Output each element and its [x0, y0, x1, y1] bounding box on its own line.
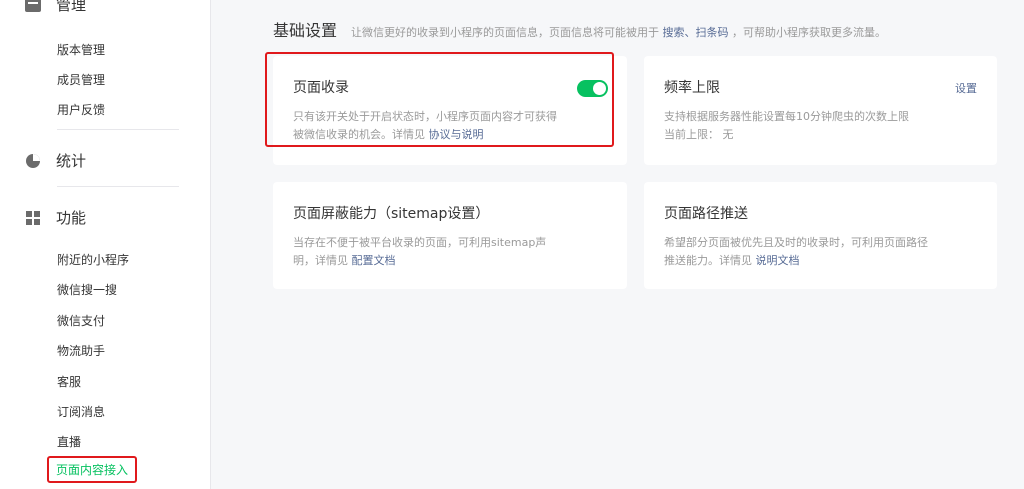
desc-line: 当存在不便于被平台收录的页面，可利用sitemap声: [293, 236, 547, 249]
manage-icon: [24, 0, 42, 14]
desc-line: 希望部分页面被优先且及时的收录时，可利用页面路径: [664, 236, 928, 249]
desc-text: 让微信更好的收录到小程序的页面信息，页面信息将可能被用于: [351, 26, 660, 39]
nav-group-stats[interactable]: 统计: [24, 150, 86, 171]
card-description: 只有该开关处于开启状态时，小程序页面内容才可获得 被微信收录的机会。详情见 协议…: [293, 108, 557, 144]
toggle-knob: [593, 82, 606, 95]
sidebar-item-live[interactable]: 直播: [57, 433, 81, 450]
page-title: 基础设置: [273, 21, 338, 40]
section-header: 基础设置 让微信更好的收录到小程序的页面信息，页面信息将可能被用于 搜索、扫条码…: [273, 17, 886, 41]
desc-line: 被微信收录的机会。详情见: [293, 128, 425, 141]
sidebar-item-nearby[interactable]: 附近的小程序: [57, 251, 129, 268]
frequency-settings-link[interactable]: 设置: [955, 80, 977, 96]
divider: [57, 129, 179, 130]
sidebar-item-feedback[interactable]: 用户反馈: [57, 101, 105, 118]
doc-link[interactable]: 说明文档: [756, 254, 800, 267]
nav-group-functions[interactable]: 功能: [24, 207, 86, 228]
card-title: 页面屏蔽能力（sitemap设置）: [293, 206, 490, 222]
sidebar-item-version[interactable]: 版本管理: [57, 41, 105, 58]
section-description: 让微信更好的收录到小程序的页面信息，页面信息将可能被用于 搜索、扫条码 ，可帮助…: [351, 24, 886, 40]
grid-icon: [24, 209, 42, 227]
nav-group-label: 统计: [56, 152, 87, 170]
card-frequency: 频率上限 设置 支持根据服务器性能设置每10分钟爬虫的次数上限 当前上限： 无: [644, 56, 997, 165]
desc-line: 明，详情见: [293, 254, 348, 267]
sidebar-item-page-content[interactable]: 页面内容接入: [47, 456, 138, 483]
config-doc-link[interactable]: 配置文档: [352, 254, 396, 267]
desc-text: ，可帮助小程序获取更多流量。: [732, 26, 887, 39]
card-description: 支持根据服务器性能设置每10分钟爬虫的次数上限 当前上限： 无: [664, 108, 909, 144]
desc-line: 支持根据服务器性能设置每10分钟爬虫的次数上限: [664, 110, 909, 123]
sidebar-item-logistics[interactable]: 物流助手: [57, 342, 105, 359]
nav-group-manage[interactable]: 管理: [24, 0, 86, 15]
card-path-push: 页面路径推送 希望部分页面被优先且及时的收录时，可利用页面路径 推送能力。详情见…: [644, 182, 997, 289]
page-index-toggle[interactable]: [577, 80, 608, 97]
card-title: 页面路径推送: [664, 206, 748, 222]
protocol-link[interactable]: 协议与说明: [429, 128, 484, 141]
desc-line: 只有该开关处于开启状态时，小程序页面内容才可获得: [293, 110, 557, 123]
sidebar-item-subscribe[interactable]: 订阅消息: [57, 403, 105, 420]
card-description: 当存在不便于被平台收录的页面，可利用sitemap声 明，详情见 配置文档: [293, 234, 546, 270]
divider: [57, 186, 179, 187]
card-title: 频率上限: [664, 80, 720, 96]
sidebar: 管理 版本管理 成员管理 用户反馈 统计 功能 附近的小程序 微信搜一搜 微信支…: [0, 0, 211, 489]
current-limit: 当前上限： 无: [664, 128, 734, 141]
card-page-index: 页面收录 只有该开关处于开启状态时，小程序页面内容才可获得 被微信收录的机会。详…: [273, 56, 627, 165]
search-scan-link[interactable]: 搜索、扫条码: [663, 26, 729, 39]
nav-group-label: 功能: [56, 209, 87, 227]
card-description: 希望部分页面被优先且及时的收录时，可利用页面路径 推送能力。详情见 说明文档: [664, 234, 928, 270]
card-sitemap: 页面屏蔽能力（sitemap设置） 当存在不便于被平台收录的页面，可利用site…: [273, 182, 627, 289]
sidebar-item-service[interactable]: 客服: [57, 373, 81, 390]
card-title: 页面收录: [293, 80, 349, 96]
sidebar-item-members[interactable]: 成员管理: [57, 71, 105, 88]
pie-chart-icon: [24, 152, 42, 170]
desc-line: 推送能力。详情见: [664, 254, 752, 267]
sidebar-item-pay[interactable]: 微信支付: [57, 312, 105, 329]
sidebar-item-search[interactable]: 微信搜一搜: [57, 281, 117, 298]
nav-group-label: 管理: [56, 0, 87, 14]
